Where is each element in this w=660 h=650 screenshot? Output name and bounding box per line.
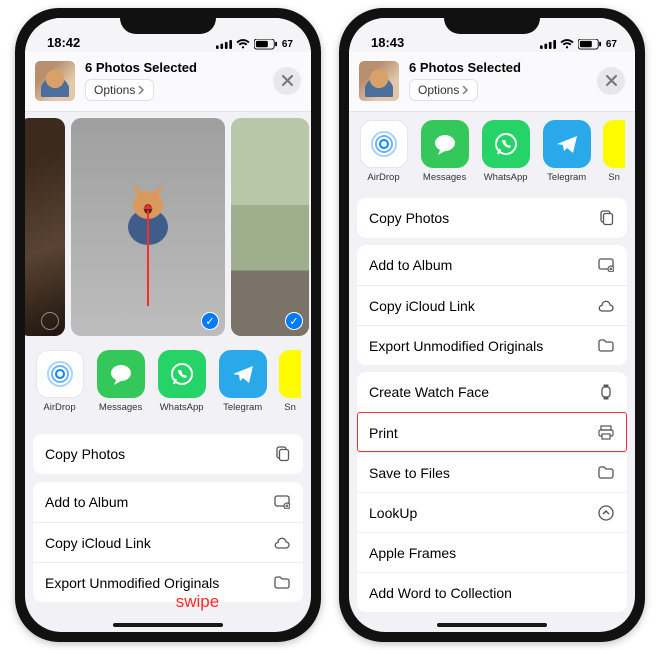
screen-right: 18:43 67 6 Photos Selected Options <box>349 18 635 632</box>
action-export-originals[interactable]: Export Unmodified Originals <box>33 562 303 602</box>
chevron-up-circle-icon <box>597 504 615 522</box>
action-group: Copy Photos <box>33 434 303 474</box>
app-airdrop[interactable]: AirDrop <box>359 120 408 183</box>
app-messages[interactable]: Messages <box>420 120 469 183</box>
share-header: 6 Photos Selected Options <box>349 52 635 112</box>
folder-icon <box>597 464 615 482</box>
action-apple-frames[interactable]: Apple Frames <box>357 532 627 572</box>
header-title: 6 Photos Selected <box>409 60 587 75</box>
cloud-icon <box>597 297 615 315</box>
photo-thumbnail-prev[interactable] <box>25 118 65 336</box>
close-icon <box>606 75 617 86</box>
app-snapchat-partial[interactable]: Sn <box>603 120 625 183</box>
whatsapp-icon <box>482 120 530 168</box>
action-add-to-album[interactable]: Add to Album <box>33 482 303 522</box>
action-copy-photos[interactable]: Copy Photos <box>357 198 627 238</box>
actions-list[interactable]: Copy Photos Add to Album Copy iCloud Lin… <box>349 192 635 632</box>
app-whatsapp[interactable]: WhatsApp <box>481 120 530 183</box>
action-add-to-album[interactable]: Add to Album <box>357 245 627 285</box>
watch-icon <box>597 383 615 401</box>
album-icon <box>597 256 615 274</box>
selection-circle[interactable] <box>41 312 59 330</box>
snapchat-icon <box>279 350 301 398</box>
app-share-row[interactable]: AirDrop Messages WhatsApp Telegram <box>25 342 311 428</box>
battery-level: 67 <box>282 39 293 50</box>
chevron-right-icon <box>461 86 469 94</box>
action-copy-icloud-link[interactable]: Copy iCloud Link <box>33 522 303 562</box>
snapchat-icon <box>603 120 625 168</box>
folder-icon <box>597 337 615 355</box>
selection-check-icon[interactable]: ✓ <box>285 312 303 330</box>
airdrop-icon <box>360 120 408 168</box>
messages-icon <box>421 120 469 168</box>
action-export-originals[interactable]: Export Unmodified Originals <box>357 325 627 365</box>
actions-list[interactable]: Copy Photos Add to Album Copy iCloud Lin… <box>25 428 311 632</box>
wifi-icon <box>236 39 250 50</box>
battery-level: 67 <box>606 39 617 50</box>
phone-right: 18:43 67 6 Photos Selected Options <box>339 8 645 642</box>
print-icon <box>597 424 615 442</box>
options-button[interactable]: Options <box>409 79 478 101</box>
wifi-icon <box>560 39 574 50</box>
options-button[interactable]: Options <box>85 79 154 101</box>
screen-left: 18:42 67 6 Photos Selected Options <box>25 18 311 632</box>
airdrop-icon <box>36 350 84 398</box>
battery-icon <box>254 39 278 50</box>
swipe-arrow-annotation <box>147 210 149 306</box>
battery-icon <box>578 39 602 50</box>
header-thumbnail[interactable] <box>359 61 399 101</box>
action-group: Add to Album Copy iCloud Link Export Unm… <box>33 482 303 602</box>
app-telegram[interactable]: Telegram <box>218 350 267 413</box>
app-share-row[interactable]: AirDrop Messages WhatsApp Telegram Sn <box>349 112 635 192</box>
home-indicator[interactable] <box>113 623 223 627</box>
share-header: 6 Photos Selected Options <box>25 52 311 112</box>
folder-icon <box>273 574 291 592</box>
status-right: 67 <box>216 39 293 50</box>
album-icon <box>273 493 291 511</box>
phone-left: 18:42 67 6 Photos Selected Options <box>15 8 321 642</box>
copy-icon <box>273 445 291 463</box>
notch <box>120 8 216 34</box>
chevron-right-icon <box>137 86 145 94</box>
status-right: 67 <box>540 39 617 50</box>
action-copy-photos[interactable]: Copy Photos <box>33 434 303 474</box>
status-time: 18:42 <box>47 35 80 50</box>
app-telegram[interactable]: Telegram <box>542 120 591 183</box>
app-messages[interactable]: Messages <box>96 350 145 413</box>
notch <box>444 8 540 34</box>
action-lookup[interactable]: LookUp <box>357 492 627 532</box>
photo-thumbnail-current[interactable]: ✓ <box>71 118 225 336</box>
action-copy-icloud-link[interactable]: Copy iCloud Link <box>357 285 627 325</box>
close-icon <box>282 75 293 86</box>
header-thumbnail[interactable] <box>35 61 75 101</box>
selection-check-icon[interactable]: ✓ <box>201 312 219 330</box>
whatsapp-icon <box>158 350 206 398</box>
action-print[interactable]: Print <box>357 412 627 452</box>
messages-icon <box>97 350 145 398</box>
photo-thumbnail-next[interactable]: ✓ <box>231 118 309 336</box>
telegram-icon <box>543 120 591 168</box>
action-create-watch-face[interactable]: Create Watch Face <box>357 372 627 412</box>
telegram-icon <box>219 350 267 398</box>
home-indicator[interactable] <box>437 623 547 627</box>
photo-strip[interactable]: ✓ ✓ swipe <box>25 112 311 342</box>
copy-icon <box>597 209 615 227</box>
cloud-icon <box>273 534 291 552</box>
close-button[interactable] <box>597 67 625 95</box>
action-add-word-to-collection[interactable]: Add Word to Collection <box>357 572 627 612</box>
app-snapchat-partial[interactable]: Sn <box>279 350 301 413</box>
action-save-to-files[interactable]: Save to Files <box>357 452 627 492</box>
status-time: 18:43 <box>371 35 404 50</box>
close-button[interactable] <box>273 67 301 95</box>
app-airdrop[interactable]: AirDrop <box>35 350 84 413</box>
signal-icon <box>216 39 232 50</box>
app-whatsapp[interactable]: WhatsApp <box>157 350 206 413</box>
signal-icon <box>540 39 556 50</box>
header-title: 6 Photos Selected <box>85 60 263 75</box>
